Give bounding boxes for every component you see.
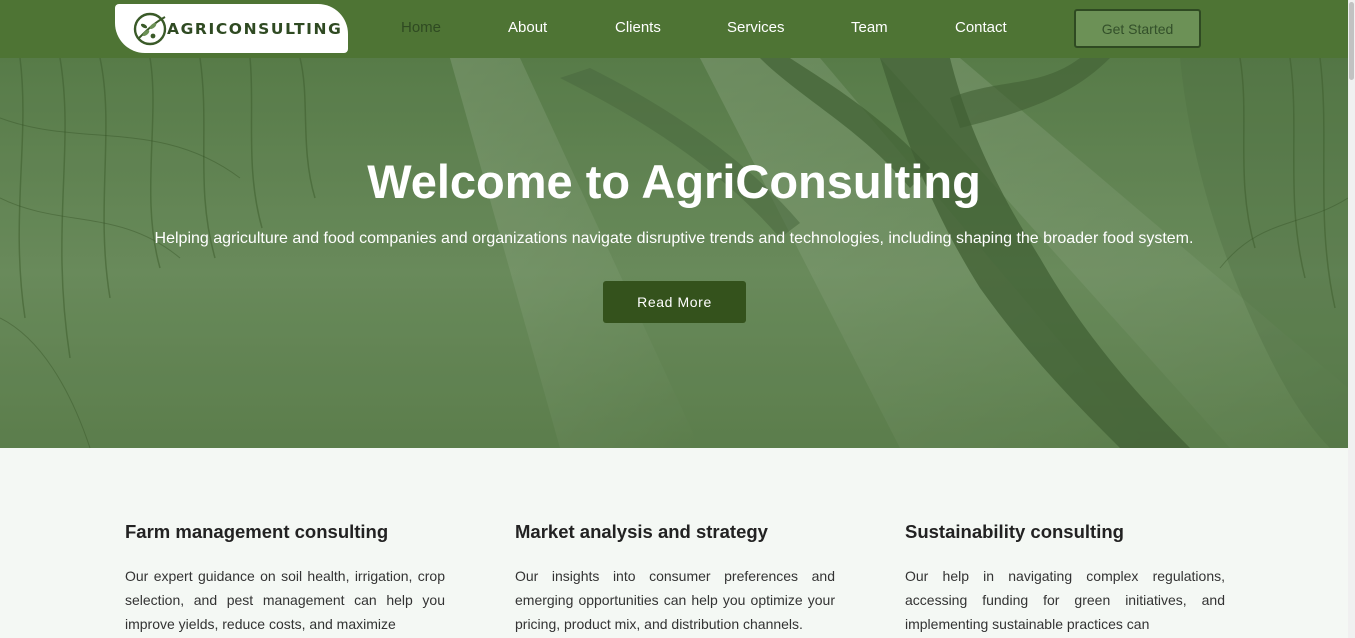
read-more-button[interactable]: Read More — [603, 281, 746, 323]
service-card-farm-management: Farm management consulting Our expert gu… — [125, 521, 445, 636]
nav-clients[interactable]: Clients — [615, 19, 661, 36]
hero-subtitle: Helping agriculture and food companies a… — [154, 230, 1194, 247]
vertical-scrollbar[interactable] — [1348, 0, 1355, 638]
service-description: Our insights into consumer preferences a… — [515, 568, 835, 632]
hero-title: Welcome to AgriConsulting — [367, 155, 981, 208]
nav-about[interactable]: About — [508, 19, 547, 36]
service-card-market-analysis: Market analysis and strategy Our insight… — [515, 521, 835, 636]
hero-overlay — [0, 58, 1348, 448]
nav-home[interactable]: Home — [401, 19, 441, 36]
service-description: Our expert guidance on soil health, irri… — [125, 568, 445, 632]
service-title: Market analysis and strategy — [515, 521, 768, 542]
leaf-logo-icon — [133, 12, 167, 45]
logo[interactable]: AGRICONSULTING — [115, 4, 348, 53]
scrollbar-thumb[interactable] — [1349, 2, 1354, 80]
hero-section: Welcome to AgriConsulting Helping agricu… — [0, 58, 1348, 448]
logo-text: AGRICONSULTING — [167, 19, 343, 38]
nav-contact[interactable]: Contact — [955, 19, 1007, 36]
page: AGRICONSULTING Home About Clients Servic… — [0, 0, 1355, 638]
get-started-button[interactable]: Get Started — [1074, 9, 1201, 48]
nav-services[interactable]: Services — [727, 19, 785, 36]
service-title: Sustainability consulting — [905, 521, 1124, 542]
service-description: Our help in navigating complex regulatio… — [905, 568, 1225, 632]
top-navbar: AGRICONSULTING Home About Clients Servic… — [0, 0, 1348, 58]
service-card-sustainability: Sustainability consulting Our help in na… — [905, 521, 1225, 636]
nav-team[interactable]: Team — [851, 19, 888, 36]
service-title: Farm management consulting — [125, 521, 389, 542]
